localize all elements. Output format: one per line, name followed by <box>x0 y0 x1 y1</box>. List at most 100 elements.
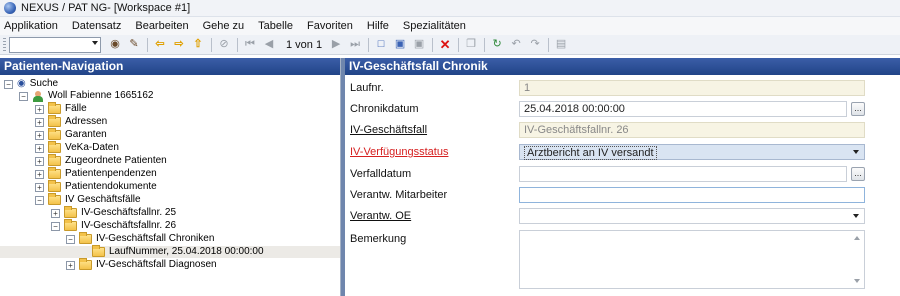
binoculars-icon[interactable]: ◉ <box>107 37 123 53</box>
up-arrow-icon[interactable]: ⇧ <box>190 37 206 53</box>
tree-item-label: Patientenpendenzen <box>65 168 157 179</box>
verfuegungsstatus-label[interactable]: IV-Verfügungsstatus <box>350 146 448 158</box>
tree-item-label: LaufNummer, 25.04.2018 00:00:00 <box>109 246 264 257</box>
bemerkung-textarea[interactable] <box>519 230 865 289</box>
laufnr-field: 1 <box>519 80 865 96</box>
toolbar-grip[interactable] <box>3 37 6 52</box>
tree-item-iv-geschaeftsfall-diagnosen[interactable]: + IV-Geschäftsfall Diagnosen <box>66 258 217 271</box>
mitarbeiter-field[interactable] <box>519 187 865 203</box>
menu-tabelle[interactable]: Tabelle <box>258 20 293 32</box>
expand-icon[interactable]: + <box>51 208 60 218</box>
chevron-down-icon <box>853 150 859 154</box>
detail-panel-title: IV-Geschäftsfall Chronik <box>345 58 900 75</box>
edit-icon[interactable]: ✎ <box>126 37 142 53</box>
tree-item-iv-geschaeftsfall-chroniken[interactable]: − IV-Geschäftsfall Chroniken <box>66 232 215 245</box>
folder-icon <box>48 180 61 192</box>
tree-item-laufnummer[interactable]: LaufNummer, 25.04.2018 00:00:00 <box>0 245 340 258</box>
tree-item-label: IV-Geschäftsfall Chroniken <box>96 233 215 244</box>
tree-item-garanten[interactable]: + Garanten <box>35 128 107 141</box>
app-icon <box>4 2 16 14</box>
oe-select[interactable] <box>519 208 865 224</box>
tree-item-label: IV Geschäftsfälle <box>65 194 141 205</box>
tree-item-iv-geschaeftsfallnr-25[interactable]: + IV-Geschäftsfallnr. 25 <box>51 206 176 219</box>
chronikdatum-field[interactable]: 25.04.2018 00:00:00 <box>519 101 847 117</box>
menu-spezialitaeten[interactable]: Spezialitäten <box>403 20 466 32</box>
back-arrow-icon[interactable]: ⇦ <box>152 37 168 53</box>
folder-icon <box>64 219 77 231</box>
toolbar-separator <box>432 37 434 52</box>
print-preview-icon[interactable]: ▤ <box>553 37 569 53</box>
geschaeftsfall-value: IV-Geschäftsfallnr. 26 <box>524 124 629 136</box>
tree-item-label: Adressen <box>65 116 108 127</box>
copy-icon[interactable]: ❐ <box>463 37 479 53</box>
nav-panel-title: Patienten-Navigation <box>0 58 340 75</box>
expand-icon[interactable]: + <box>66 260 75 270</box>
tree-item-zugeordnete-patienten[interactable]: + Zugeordnete Patienten <box>35 154 167 167</box>
title-bar: NEXUS / PAT NG- [Workspace #1] <box>0 0 900 17</box>
menu-hilfe[interactable]: Hilfe <box>367 20 389 32</box>
expand-icon[interactable]: + <box>35 156 44 166</box>
tree-item-veka-daten[interactable]: + VeKa-Daten <box>35 141 119 154</box>
folder-icon <box>79 232 92 244</box>
scroll-down-icon[interactable] <box>854 279 860 283</box>
tree-item-adressen[interactable]: + Adressen <box>35 115 108 128</box>
geschaeftsfall-field: IV-Geschäftsfallnr. 26 <box>519 122 865 138</box>
menu-gehe-zu[interactable]: Gehe zu <box>203 20 245 32</box>
tree-item-faelle[interactable]: + Fälle <box>35 102 87 115</box>
collapse-icon[interactable]: − <box>51 221 60 231</box>
collapse-icon[interactable]: − <box>66 234 75 244</box>
save-all-icon[interactable]: ▣ <box>411 37 427 53</box>
next-record-icon[interactable]: ▶ <box>328 37 344 53</box>
laufnr-value: 1 <box>524 82 531 94</box>
new-document-icon[interactable]: □ <box>373 37 389 53</box>
folder-icon <box>48 141 61 153</box>
menu-datensatz[interactable]: Datensatz <box>72 20 122 32</box>
tree-item-suche[interactable]: − ◉ Suche <box>4 78 58 90</box>
first-record-icon[interactable]: ⏮ <box>242 37 258 53</box>
tree-item-iv-geschaeftsfallnr-26[interactable]: − IV-Geschäftsfallnr. 26 <box>51 219 176 232</box>
menu-applikation[interactable]: Applikation <box>4 20 58 32</box>
menu-favoriten[interactable]: Favoriten <box>307 20 353 32</box>
collapse-icon[interactable]: − <box>4 79 13 89</box>
verfalldatum-field[interactable] <box>519 166 847 182</box>
mitarbeiter-label: Verantw. Mitarbeiter <box>350 189 448 201</box>
delete-icon[interactable]: ✕ <box>437 37 453 53</box>
chronikdatum-value: 25.04.2018 00:00:00 <box>524 103 625 115</box>
expand-icon[interactable]: + <box>35 169 44 179</box>
expand-icon[interactable]: + <box>35 143 44 153</box>
folder-icon <box>48 167 61 179</box>
save-icon[interactable]: ▣ <box>392 37 408 53</box>
binoculars-icon: ◉ <box>17 78 26 89</box>
collapse-icon[interactable]: − <box>19 91 28 101</box>
forward-arrow-icon[interactable]: ⇨ <box>171 37 187 53</box>
refresh-icon[interactable]: ↻ <box>489 37 505 53</box>
search-combo[interactable] <box>9 36 101 53</box>
scroll-up-icon[interactable] <box>854 236 860 240</box>
undo-icon[interactable]: ↶ <box>508 37 524 53</box>
expand-icon[interactable]: + <box>35 130 44 140</box>
oe-label[interactable]: Verantw. OE <box>350 210 411 222</box>
tree-item-label: Suche <box>29 78 59 89</box>
tree-item-patientenpendenzen[interactable]: + Patientenpendenzen <box>35 167 157 180</box>
redo-icon[interactable]: ↷ <box>527 37 543 53</box>
geschaeftsfall-label[interactable]: IV-Geschäftsfall <box>350 124 427 136</box>
toolbar-separator <box>147 37 148 52</box>
cancel-circle-icon[interactable]: ⊘ <box>216 37 232 53</box>
expand-icon[interactable]: + <box>35 117 44 127</box>
collapse-icon[interactable]: − <box>35 195 44 205</box>
tree-item-iv-geschaeftsfaelle[interactable]: − IV Geschäftsfälle <box>35 193 141 206</box>
bemerkung-value <box>520 231 524 243</box>
expand-icon[interactable]: + <box>35 182 44 192</box>
tree-item-patient[interactable]: − Woll Fabienne 1665162 <box>19 90 153 102</box>
last-record-icon[interactable]: ⏭ <box>347 37 363 53</box>
chronikdatum-picker-button[interactable]: ... <box>851 102 865 116</box>
verfuegungsstatus-value: Arztbericht an IV versandt <box>524 146 657 160</box>
tree-item-patientendokumente[interactable]: + Patientendokumente <box>35 180 157 193</box>
expand-icon[interactable]: + <box>35 104 44 114</box>
verfalldatum-picker-button[interactable]: ... <box>851 167 865 181</box>
verfuegungsstatus-select[interactable]: Arztbericht an IV versandt <box>519 144 865 160</box>
previous-record-icon[interactable]: ◀ <box>261 37 277 53</box>
patient-navigation-panel: Patienten-Navigation − ◉ Suche − Woll Fa… <box>0 58 341 296</box>
toolbar-separator <box>458 37 460 52</box>
menu-bearbeiten[interactable]: Bearbeiten <box>135 20 188 32</box>
